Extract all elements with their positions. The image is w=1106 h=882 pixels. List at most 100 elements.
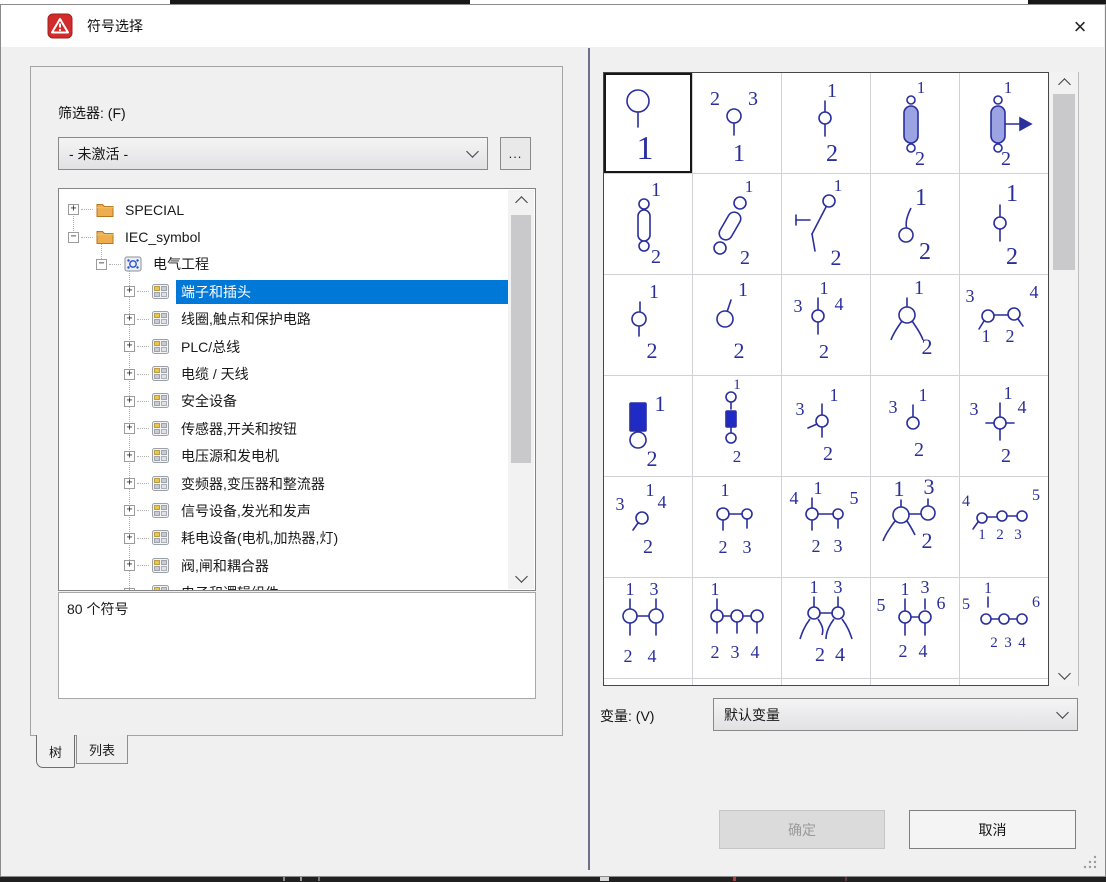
filter-browse-button[interactable]: ...: [500, 137, 531, 170]
tree-item[interactable]: + 耗电设备(电机,加热器,灯): [60, 525, 510, 552]
tree-item-label[interactable]: 端子和插头: [176, 280, 510, 304]
expand-icon[interactable]: +: [124, 560, 135, 571]
tree-item[interactable]: − 电气工程: [60, 251, 510, 278]
tree-item-label[interactable]: 信号设备,发光和发声: [176, 499, 316, 523]
expand-icon[interactable]: +: [124, 478, 135, 489]
tree-item-label[interactable]: 耗电设备(电机,加热器,灯): [176, 526, 343, 550]
tree-item[interactable]: − IEC_symbol: [60, 223, 510, 250]
tab-tree[interactable]: 树: [36, 735, 75, 768]
symbol-cell-bridge-forks[interactable]: 1324: [782, 578, 870, 678]
expand-icon[interactable]: +: [124, 423, 135, 434]
variant-dropdown[interactable]: 默认变量: [713, 698, 1078, 731]
symbol-cell-clipped[interactable]: [693, 679, 781, 686]
pane-splitter[interactable]: [588, 48, 590, 870]
tree-item[interactable]: + 变频器,变压器和整流器: [60, 470, 510, 497]
expand-icon[interactable]: +: [124, 533, 135, 544]
tree-item-label[interactable]: 变频器,变压器和整流器: [176, 472, 330, 496]
expand-icon[interactable]: +: [68, 204, 79, 215]
tree-item[interactable]: + 端子和插头: [60, 278, 510, 305]
tree-item-label[interactable]: SPECIAL: [120, 200, 189, 220]
tree-item-label[interactable]: PLC/总线: [176, 335, 245, 359]
expand-icon[interactable]: +: [124, 314, 135, 325]
expand-icon[interactable]: +: [124, 341, 135, 352]
tab-list[interactable]: 列表: [76, 735, 128, 764]
tree-item[interactable]: + 电压源和发电机: [60, 443, 510, 470]
tree-item-label[interactable]: 安全设备: [176, 389, 242, 413]
expand-icon[interactable]: +: [124, 369, 135, 380]
expand-icon[interactable]: +: [124, 451, 135, 462]
symbol-cell-terminal-curved[interactable]: 12: [871, 174, 959, 274]
symbol-cell-bridge-3[interactable]: 45123: [960, 477, 1048, 577]
close-icon[interactable]: ×: [1062, 12, 1098, 42]
scroll-up-icon[interactable]: [1050, 72, 1078, 92]
symbol-cell-block-chain[interactable]: 12: [693, 376, 781, 476]
symbol-cell-terminal-1pin[interactable]: 12: [693, 275, 781, 375]
tree-item[interactable]: + PLC/总线: [60, 333, 510, 360]
symbol-cell-clipped[interactable]: [604, 679, 692, 686]
filter-dropdown[interactable]: - 未激活 -: [58, 137, 488, 170]
symbol-cell-terminal-3lbl[interactable]: 312: [871, 376, 959, 476]
symbol-count-box: 80 个符号: [58, 592, 536, 699]
symbol-cell-terminal-2pin-c[interactable]: 12: [604, 275, 692, 375]
symbol-cell-clipped[interactable]: [871, 679, 959, 686]
tree-item-label[interactable]: 电压源和发电机: [176, 444, 284, 468]
ok-button[interactable]: 确定: [719, 810, 885, 849]
tree-item[interactable]: + 阀,闸和耦合器: [60, 552, 510, 579]
scroll-up-icon[interactable]: [508, 190, 534, 210]
symbol-cell-fuse-outline[interactable]: 12: [604, 174, 692, 274]
tree-item[interactable]: + SPECIAL: [60, 196, 510, 223]
symbol-cell-terminal-tick[interactable]: 312: [782, 376, 870, 476]
symbol-cell-bridge-2-45[interactable]: 41523: [782, 477, 870, 577]
symbol-cell-fuse-terminal-arrow[interactable]: 12: [960, 73, 1048, 173]
expand-icon[interactable]: +: [124, 286, 135, 297]
scroll-down-icon[interactable]: [508, 569, 534, 589]
tree-item[interactable]: + 安全设备: [60, 388, 510, 415]
collapse-icon[interactable]: −: [68, 232, 79, 243]
symbol-cell-terminal-fork[interactable]: 12: [871, 275, 959, 375]
tree-item-label[interactable]: 电缆 / 天线: [176, 362, 254, 386]
symbol-cell-terminal-4pin[interactable]: 3142: [782, 275, 870, 375]
symbol-cell-bridge-3-56[interactable]: 516234: [960, 578, 1048, 678]
symbol-cell-terminal-single[interactable]: 1: [604, 73, 692, 173]
resize-grip[interactable]: [1080, 854, 1098, 870]
tree-item[interactable]: + 信号设备,发光和发声: [60, 497, 510, 524]
symbol-cell-clipped[interactable]: [782, 679, 870, 686]
tree-item-label[interactable]: 线圈,触点和保护电路: [176, 307, 316, 331]
symbol-cell-terminal-34[interactable]: 3142: [604, 477, 692, 577]
scroll-down-icon[interactable]: [1050, 666, 1078, 686]
symbol-cell-bridge-56[interactable]: 513624: [871, 578, 959, 678]
tree-item[interactable]: + 线圈,触点和保护电路: [60, 306, 510, 333]
symbol-cell-terminal-2pin-b[interactable]: 12: [960, 174, 1048, 274]
symbol-cell-terminal-cross[interactable]: 3142: [960, 376, 1048, 476]
symbol-cell-switch-terminal[interactable]: 12: [782, 174, 870, 274]
tree-item-label[interactable]: 阀,闸和耦合器: [176, 554, 274, 578]
symbol-cell-bridge-fork[interactable]: 132: [871, 477, 959, 577]
grid-scrollbar[interactable]: [1050, 72, 1079, 686]
tree-scrollbar-thumb[interactable]: [511, 215, 531, 463]
tree-item-label[interactable]: 电子和逻辑组件: [176, 581, 284, 590]
symbol-cell-terminal-3pin[interactable]: 231: [693, 73, 781, 173]
tree-item[interactable]: + 传感器,开关和按钮: [60, 415, 510, 442]
symbol-cell-fuse-terminal[interactable]: 12: [871, 73, 959, 173]
symbol-cell-clipped[interactable]: [960, 679, 1048, 686]
expand-icon[interactable]: +: [124, 588, 135, 590]
tree-scrollbar[interactable]: [508, 190, 534, 589]
tree-item[interactable]: + 电子和逻辑组件: [60, 579, 510, 590]
tree-item-label[interactable]: 电气工程: [148, 252, 214, 276]
collapse-icon[interactable]: −: [96, 259, 107, 270]
symbol-cell-block-terminal[interactable]: 12: [604, 376, 692, 476]
symbol-cell-bridge-3x1[interactable]: 1234: [693, 578, 781, 678]
cancel-button[interactable]: 取消: [909, 810, 1076, 849]
title-bar[interactable]: 符号选择: [1, 5, 1104, 47]
expand-icon[interactable]: +: [124, 505, 135, 516]
symbol-cell-terminal-pair[interactable]: 3412: [960, 275, 1048, 375]
symbol-cell-fuse-diagonal[interactable]: 12: [693, 174, 781, 274]
symbol-cell-terminal-2pin[interactable]: 12: [782, 73, 870, 173]
grid-scrollbar-thumb[interactable]: [1053, 94, 1075, 270]
tree-item-label[interactable]: IEC_symbol: [120, 227, 205, 247]
tree-item[interactable]: + 电缆 / 天线: [60, 360, 510, 387]
symbol-cell-bridge-2x2[interactable]: 1324: [604, 578, 692, 678]
expand-icon[interactable]: +: [124, 396, 135, 407]
tree-item-label[interactable]: 传感器,开关和按钮: [176, 417, 302, 441]
symbol-cell-bridge-2[interactable]: 123: [693, 477, 781, 577]
